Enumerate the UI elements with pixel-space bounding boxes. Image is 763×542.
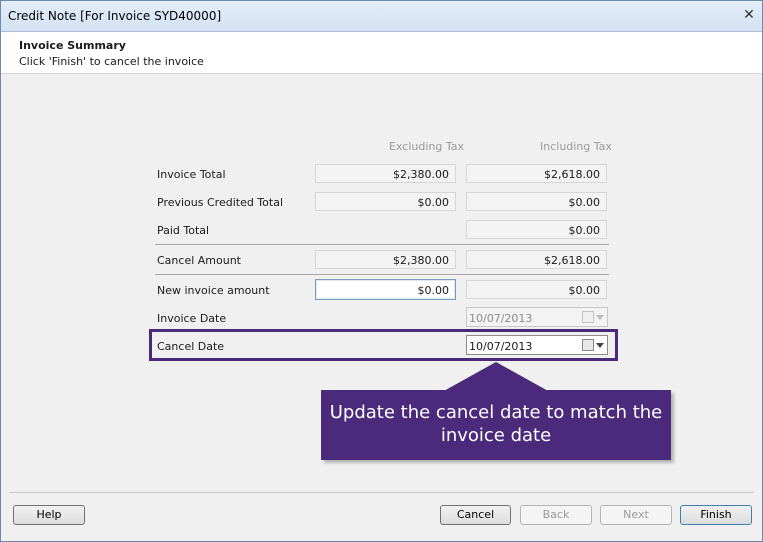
help-button[interactable]: Help (13, 505, 85, 525)
calendar-icon[interactable] (582, 339, 594, 351)
next-button[interactable]: Next (600, 505, 672, 525)
dropdown-arrow-icon (596, 315, 604, 320)
new-invoice-amount-label: New invoice amount (157, 284, 270, 297)
wizard-header: Invoice Summary Click 'Finish' to cancel… (1, 32, 762, 74)
calendar-icon (582, 311, 594, 323)
window-title: Credit Note [For Invoice SYD40000] (8, 9, 222, 23)
invoice-date-picker: 10/07/2013 (466, 307, 608, 327)
credit-note-window: Credit Note [For Invoice SYD40000] ✕ Inv… (0, 0, 763, 542)
new-invoice-amount-excl-input[interactable]: $0.00 (315, 279, 456, 300)
invoice-total-label: Invoice Total (157, 168, 226, 181)
paid-total-label: Paid Total (157, 224, 210, 237)
cancel-date-icons[interactable] (582, 339, 604, 351)
previous-credited-label: Previous Credited Total (157, 196, 284, 209)
cancel-date-value[interactable]: 10/07/2013 (469, 340, 532, 353)
separator-line (155, 274, 609, 275)
invoice-date-label: Invoice Date (157, 312, 227, 325)
dropdown-arrow-icon[interactable] (596, 343, 604, 348)
footer-separator (9, 492, 754, 493)
column-header-including-tax: Including Tax (540, 140, 612, 153)
previous-credited-excl-field: $0.00 (315, 192, 456, 211)
close-icon[interactable]: ✕ (740, 6, 758, 24)
cancel-date-picker[interactable]: 10/07/2013 (466, 335, 608, 355)
back-button[interactable]: Back (520, 505, 592, 525)
invoice-date-value: 10/07/2013 (469, 312, 533, 325)
new-invoice-amount-incl-field: $0.00 (466, 280, 607, 299)
paid-total-incl-field: $0.00 (466, 220, 607, 239)
separator-line (155, 244, 609, 245)
cancel-amount-label: Cancel Amount (157, 254, 241, 267)
callout-pointer (442, 362, 550, 392)
wizard-footer: Help Cancel Back Next Finish (1, 481, 762, 541)
instruction-callout: Update the cancel date to match the invo… (321, 390, 671, 460)
cancel-amount-excl-field: $2,380.00 (315, 250, 456, 269)
finish-button[interactable]: Finish (680, 505, 752, 525)
invoice-total-excl-field: $2,380.00 (315, 164, 456, 183)
invoice-date-icons (582, 311, 604, 323)
title-bar: Credit Note [For Invoice SYD40000] ✕ (1, 1, 762, 32)
previous-credited-incl-field: $0.00 (466, 192, 607, 211)
cancel-button[interactable]: Cancel (440, 505, 511, 525)
cancel-amount-incl-field: $2,618.00 (466, 250, 607, 269)
cancel-date-label: Cancel Date (157, 340, 225, 353)
page-title: Invoice Summary (19, 39, 126, 52)
invoice-total-incl-field: $2,618.00 (466, 164, 607, 183)
page-subtitle: Click 'Finish' to cancel the invoice (19, 55, 204, 68)
column-header-excluding-tax: Excluding Tax (389, 140, 464, 153)
